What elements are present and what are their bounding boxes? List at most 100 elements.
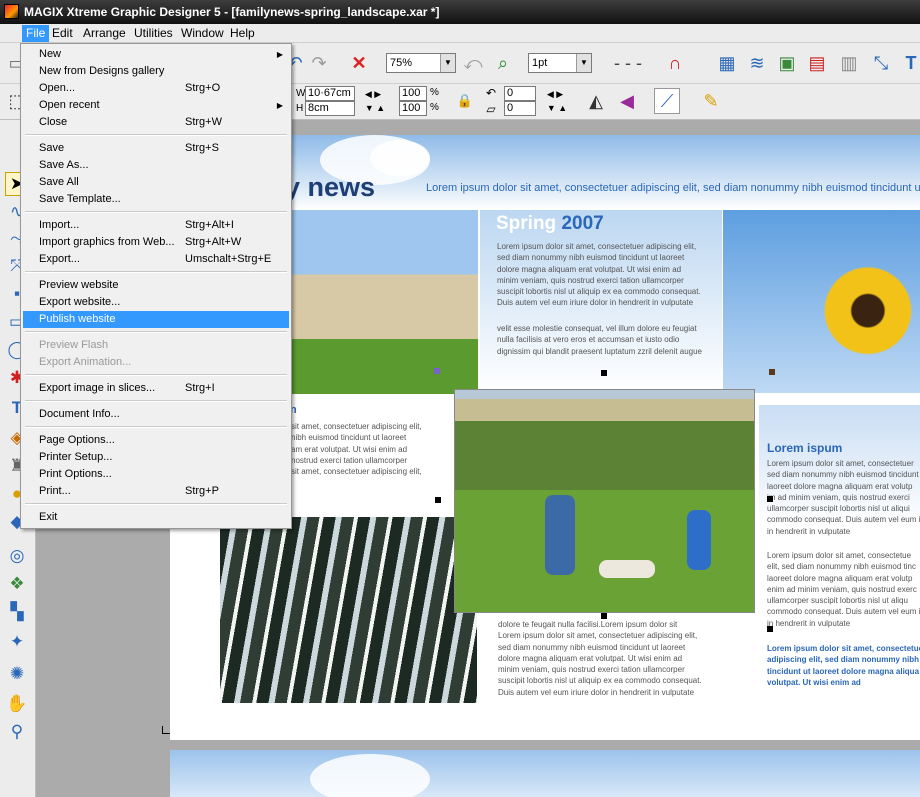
menu-file[interactable]: File: [22, 25, 50, 42]
chevron-down-icon[interactable]: ▼: [440, 54, 455, 72]
width-input[interactable]: 10·67cm: [305, 86, 355, 101]
menu-item-save-all[interactable]: Save All: [23, 174, 289, 191]
scale-x-input[interactable]: 100: [399, 86, 427, 101]
live-effects-tool-icon[interactable]: ✦: [5, 630, 29, 654]
push-tool-icon[interactable]: ✋: [5, 692, 29, 716]
zoom-tool-icon[interactable]: ⚲: [5, 720, 29, 744]
menu-item-label: Save As...: [39, 159, 89, 171]
percent-icon: %: [430, 102, 439, 113]
contour-tool-icon[interactable]: ◎: [5, 544, 29, 568]
bitmap-gallery-icon[interactable]: ▣: [774, 50, 800, 76]
rotation-input[interactable]: 0: [504, 86, 536, 101]
layers-icon[interactable]: ≋: [744, 50, 770, 76]
menu-item-export[interactable]: Export... Umschalt+Strg+E: [23, 251, 289, 268]
submenu-arrow-icon: ▶: [276, 50, 283, 59]
nudge-arrows-icon[interactable]: ◀ ▶ ▼ ▲: [358, 86, 392, 116]
center-text-block[interactable]: dolore te feugait nulla facilisi.Lorem i…: [498, 619, 702, 698]
frame-gallery-icon[interactable]: ▥: [836, 50, 862, 76]
waterfall-photo[interactable]: [220, 517, 477, 703]
menu-item-open[interactable]: Open... Strg+O: [23, 80, 289, 97]
spring-text-block-2[interactable]: velit esse molestie consequat, vel illum…: [497, 323, 702, 357]
menu-item-label: Save: [39, 142, 65, 154]
menu-item-preview-website[interactable]: Preview website: [23, 277, 289, 294]
menu-item-label: Document Info...: [39, 408, 120, 420]
color-gallery-icon[interactable]: ▤: [804, 50, 830, 76]
transform-lines-icon[interactable]: ⟋: [654, 88, 680, 114]
menu-arrange[interactable]: Arrange: [79, 25, 130, 42]
menu-item-save[interactable]: Save Strg+S: [23, 140, 289, 157]
selection-handle[interactable]: [435, 497, 441, 503]
right-text-block-2[interactable]: Lorem ipsum dolor sit amet, consectetue …: [767, 550, 920, 629]
flip-vertical-icon[interactable]: ◀: [614, 88, 640, 114]
menu-separator: [25, 211, 287, 213]
selection-handle[interactable]: [769, 369, 775, 375]
redo-icon[interactable]: ↷: [306, 50, 332, 76]
menu-item-new-from-designs[interactable]: New from Designs gallery: [23, 63, 289, 80]
page-corner-mark: [162, 726, 170, 734]
blend-tool-icon[interactable]: ❖: [5, 572, 29, 596]
chevron-down-icon[interactable]: ▼: [576, 54, 591, 72]
menu-item-new[interactable]: New ▶: [23, 46, 289, 63]
child-figure: [545, 495, 575, 575]
menu-item-export-slices[interactable]: Export image in slices... Strg+I: [23, 380, 289, 397]
menu-separator: [25, 426, 287, 428]
rotation-arrows-icon[interactable]: ◀ ▶ ▼ ▲: [540, 86, 574, 116]
3d-extrude-tool-icon[interactable]: ✺: [5, 662, 29, 686]
menu-item-print[interactable]: Print... Strg+P: [23, 483, 289, 500]
sunflower-photo[interactable]: [723, 210, 920, 393]
left-text-block[interactable]: sit amet, consectetuer adipiscing elit, …: [291, 421, 422, 477]
flip-horizontal-icon[interactable]: ◭: [583, 88, 609, 114]
selection-handle[interactable]: [767, 496, 773, 502]
meadow-photo[interactable]: [454, 389, 755, 613]
magnet-snap-icon[interactable]: ∩: [662, 50, 688, 76]
menu-item-open-recent[interactable]: Open recent ▶: [23, 97, 289, 114]
person-figure: [599, 560, 655, 578]
lock-aspect-icon[interactable]: 🔒: [455, 88, 475, 114]
mould-tool-icon[interactable]: ▚: [5, 600, 29, 624]
menu-item-label: Preview website: [39, 279, 119, 291]
zoom-combo[interactable]: 75% ▼: [386, 53, 456, 73]
skew-input[interactable]: 0: [504, 101, 536, 116]
menu-item-label: Save Template...: [39, 193, 121, 205]
right-bold-text[interactable]: Lorem ipsum dolor sit amet, consectetuer…: [767, 643, 920, 688]
zoom-value: 75%: [390, 57, 413, 69]
menu-item-exit[interactable]: Exit: [23, 509, 289, 526]
menu-window[interactable]: Window: [177, 25, 228, 42]
scale-y-input[interactable]: 100: [399, 101, 427, 116]
selection-handle[interactable]: [601, 613, 607, 619]
previous-zoom-icon[interactable]: ⤺: [460, 50, 486, 76]
menu-separator: [25, 134, 287, 136]
cloud: [310, 754, 430, 797]
menu-help[interactable]: Help: [226, 25, 259, 42]
selection-handle[interactable]: [767, 626, 773, 632]
menu-item-export-website[interactable]: Export website...: [23, 294, 289, 311]
menu-item-publish-website[interactable]: Publish website: [23, 311, 289, 328]
newsletter-tagline[interactable]: Lorem ipsum dolor sit amet, consectetuer…: [426, 182, 920, 194]
right-text-block[interactable]: Lorem ipsum dolor sit amet, consectetuer…: [767, 458, 920, 537]
menu-item-import[interactable]: Import... Strg+Alt+I: [23, 217, 289, 234]
next-page[interactable]: [170, 750, 920, 797]
menu-item-close[interactable]: Close Strg+W: [23, 114, 289, 131]
menu-item-print-options[interactable]: Print Options...: [23, 466, 289, 483]
menu-edit[interactable]: Edit: [48, 25, 77, 42]
spring-text-block[interactable]: Lorem ipsum dolor sit amet, consectetuer…: [497, 241, 701, 309]
menu-item-save-as[interactable]: Save As...: [23, 157, 289, 174]
height-input[interactable]: 8cm: [305, 101, 355, 116]
menu-item-page-options[interactable]: Page Options...: [23, 432, 289, 449]
line-style-icon[interactable]: - - -: [604, 50, 652, 76]
delete-icon[interactable]: ✕: [346, 50, 372, 76]
house-photo[interactable]: [290, 210, 478, 394]
menu-utilities[interactable]: Utilities: [130, 25, 177, 42]
menu-item-save-template[interactable]: Save Template...: [23, 191, 289, 208]
menu-item-import-web[interactable]: Import graphics from Web... Strg+Alt+W: [23, 234, 289, 251]
selection-handle[interactable]: [434, 368, 440, 374]
gallery-icon[interactable]: ▦: [714, 50, 740, 76]
line-gallery-icon[interactable]: ⤡: [868, 50, 894, 76]
pencil-icon[interactable]: ✎: [698, 88, 724, 114]
selection-handle[interactable]: [601, 370, 607, 376]
zoom-tool-icon[interactable]: ⌕: [490, 50, 516, 76]
menu-item-document-info[interactable]: Document Info...: [23, 406, 289, 423]
menu-item-printer-setup[interactable]: Printer Setup...: [23, 449, 289, 466]
font-gallery-icon[interactable]: T: [898, 50, 920, 76]
line-width-combo[interactable]: 1pt ▼: [528, 53, 592, 73]
